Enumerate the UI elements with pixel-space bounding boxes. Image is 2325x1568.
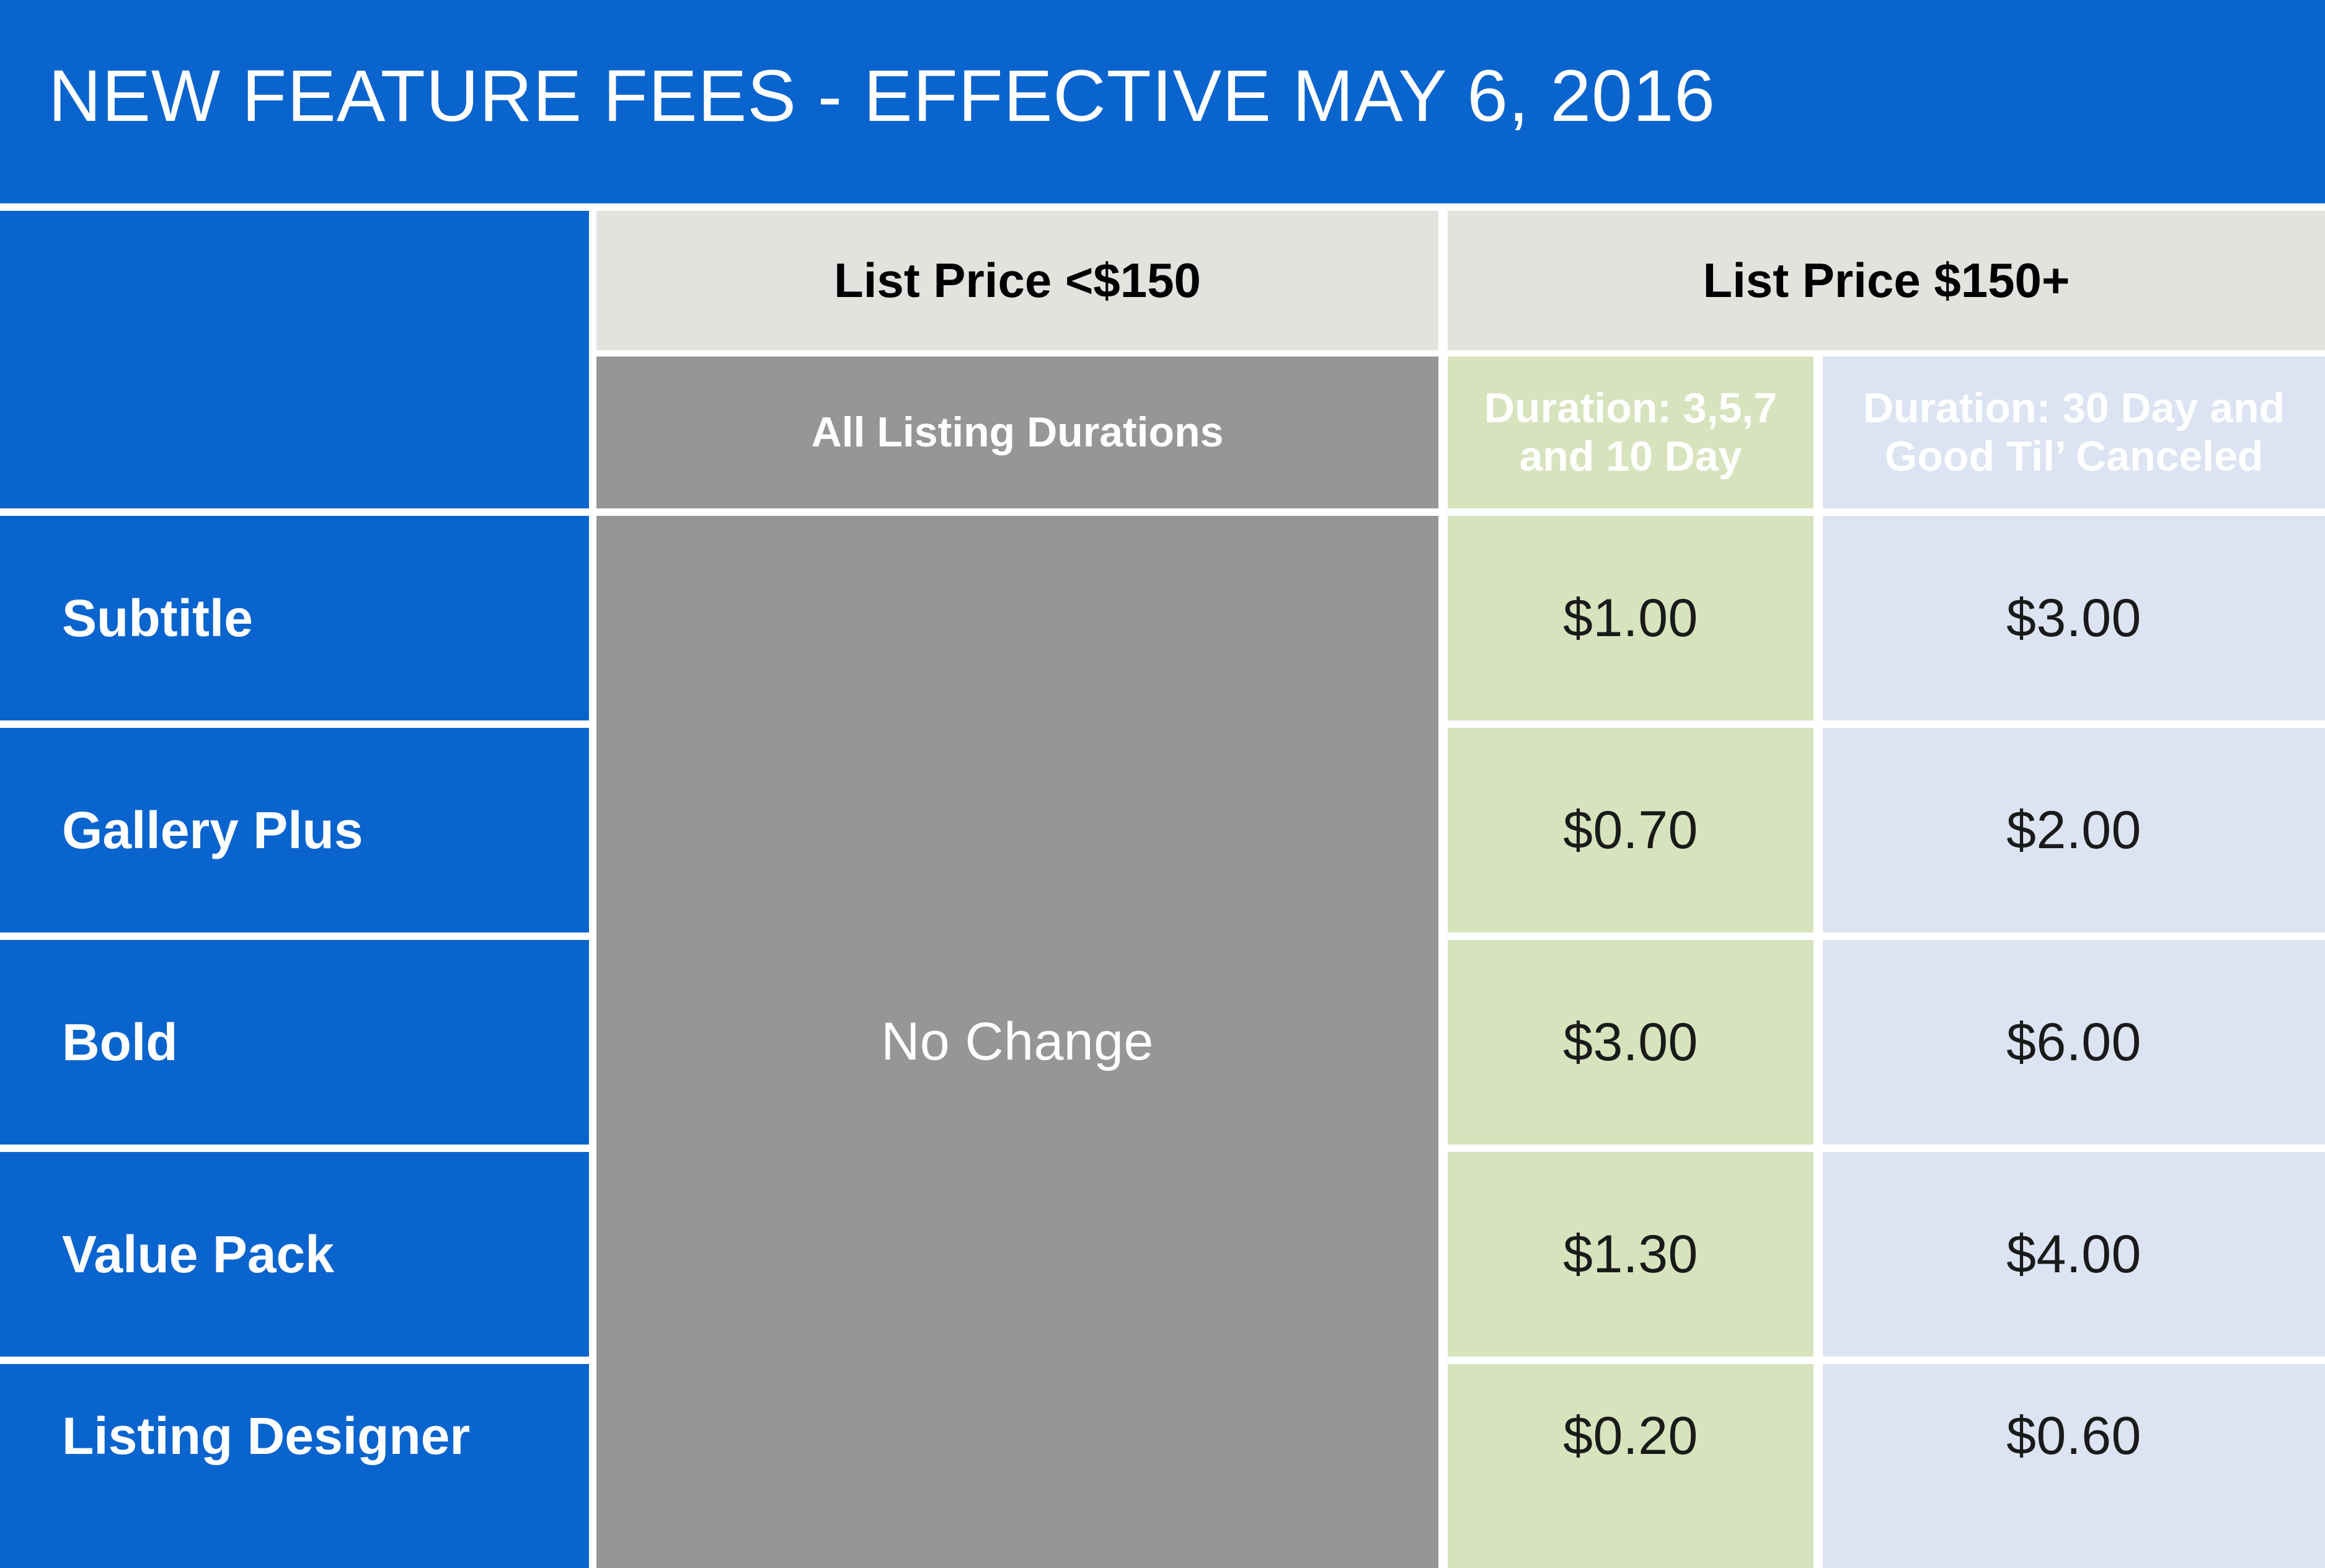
sub-header-duration-short: Duration: 3,5,7 and 10 Day <box>1448 357 1814 508</box>
group-header-label: List Price $150+ <box>1703 252 2070 308</box>
sub-header-duration-long: Duration: 30 Day and Good Til’ Canceled <box>1823 357 2325 508</box>
price-value: $1.00 <box>1563 588 1698 648</box>
price-cell-value-pack-long: $4.00 <box>1823 1152 2325 1357</box>
row-label: Gallery Plus <box>62 800 363 859</box>
price-value: $3.00 <box>1563 1012 1698 1072</box>
price-value: $3.00 <box>2006 588 2141 648</box>
price-cell-subtitle-short: $1.00 <box>1448 516 1814 720</box>
title-banner: NEW FEATURE FEES - EFFECTIVE MAY 6, 2016 <box>0 0 2325 203</box>
price-value: $2.00 <box>2006 800 2141 860</box>
sub-header-label: Duration: 30 Day and Good Til’ Canceled <box>1862 384 2285 480</box>
table-row-label-value-pack: Value Pack <box>0 1152 589 1357</box>
price-value: $4.00 <box>2006 1224 2141 1284</box>
table-row-label-gallery-plus: Gallery Plus <box>0 728 589 932</box>
price-cell-listing-designer-long: $0.60 <box>1823 1364 2325 1568</box>
row-label: Listing Designer <box>62 1407 471 1466</box>
price-cell-bold-long: $6.00 <box>1823 940 2325 1145</box>
price-value: $0.70 <box>1563 800 1698 860</box>
price-cell-gallery-plus-long: $2.00 <box>1823 728 2325 932</box>
row-label: Subtitle <box>62 588 253 647</box>
row-label-column-spacer <box>0 211 589 508</box>
sub-header-label: Duration: 3,5,7 and 10 Day <box>1484 384 1778 480</box>
row-label: Value Pack <box>62 1225 334 1283</box>
sub-header-label: All Listing Durations <box>811 409 1224 456</box>
group-header-label: List Price <$150 <box>834 252 1201 308</box>
price-value: $0.60 <box>2006 1406 2141 1466</box>
fee-table-slide: NEW FEATURE FEES - EFFECTIVE MAY 6, 2016… <box>0 0 2325 1568</box>
table-row-label-bold: Bold <box>0 940 589 1145</box>
price-value: $6.00 <box>2006 1012 2141 1072</box>
table-row-label-listing-designer: Listing Designer <box>0 1364 589 1568</box>
price-cell-value-pack-short: $1.30 <box>1448 1152 1814 1357</box>
group-header-list-price-150-plus: List Price $150+ <box>1448 211 2325 350</box>
no-change-label: No Change <box>881 1012 1154 1071</box>
group-header-list-price-under-150: List Price <$150 <box>596 211 1438 350</box>
price-cell-gallery-plus-short: $0.70 <box>1448 728 1814 932</box>
price-value: $1.30 <box>1563 1224 1698 1284</box>
no-change-merged-cell: No Change <box>596 516 1438 1568</box>
price-cell-listing-designer-short: $0.20 <box>1448 1364 1814 1568</box>
sub-header-all-listing-durations: All Listing Durations <box>596 357 1438 508</box>
price-cell-bold-short: $3.00 <box>1448 940 1814 1145</box>
page-title: NEW FEATURE FEES - EFFECTIVE MAY 6, 2016 <box>48 55 1716 137</box>
price-cell-subtitle-long: $3.00 <box>1823 516 2325 720</box>
price-value: $0.20 <box>1563 1406 1698 1466</box>
table-row-label-subtitle: Subtitle <box>0 516 589 720</box>
row-label: Bold <box>62 1012 178 1071</box>
